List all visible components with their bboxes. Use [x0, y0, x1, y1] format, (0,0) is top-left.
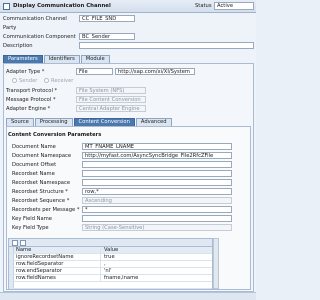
document-offset-label: Document Offset: [12, 162, 57, 168]
recordset-sequence-field[interactable]: Ascending: [82, 197, 232, 204]
message-protocol-field[interactable]: File Content Conversion: [76, 96, 146, 103]
component-label: Communication Component: [3, 34, 76, 40]
tab-identifiers[interactable]: Identifiers: [43, 55, 80, 63]
channel-field[interactable]: CC_FILE_SND: [79, 15, 135, 22]
table-toolbar: [9, 239, 212, 247]
transport-field[interactable]: File System (NFS): [76, 87, 146, 94]
window-title: Display Communication Channel: [13, 3, 111, 9]
row-selector[interactable]: [9, 275, 14, 281]
status-field[interactable]: Active: [214, 2, 254, 10]
tab-advanced[interactable]: Advanced: [135, 118, 172, 126]
document-offset-field[interactable]: [82, 161, 232, 168]
tab-processing[interactable]: Processing: [34, 118, 73, 126]
title-bar: Display Communication Channel Status Act…: [0, 0, 256, 13]
recordset-structure-field[interactable]: row,*: [82, 188, 232, 195]
receiver-radio-icon: [44, 78, 49, 83]
document-name-label: Document Name: [12, 144, 56, 150]
transport-label: Transport Protocol *: [6, 88, 58, 94]
tab-source[interactable]: Source: [6, 118, 34, 126]
table-row[interactable]: row.fieldSeparator ,: [9, 261, 212, 268]
parameter-table: Name Value ignoreRecordsetName true row.…: [8, 238, 213, 290]
channel-label: Communication Channel: [3, 16, 67, 22]
recordset-namespace-field[interactable]: [82, 179, 232, 186]
table-row[interactable]: row.endSeparator 'nl': [9, 268, 212, 275]
sub-tabs: Source Processing Content Conversion Adv…: [6, 118, 173, 126]
recordset-namespace-label: Recordset Namespace: [12, 180, 71, 186]
row-value-cell[interactable]: ,: [104, 261, 106, 267]
recordset-name-field[interactable]: [82, 170, 232, 177]
adapter-type-field[interactable]: File: [76, 68, 113, 75]
main-tabs: Parameters Identifiers Module: [3, 55, 111, 63]
description-field[interactable]: [79, 42, 254, 49]
recordsets-per-message-label: Recordsets per Message *: [12, 207, 80, 213]
table-row[interactable]: [9, 282, 212, 289]
col-name-header: Name: [16, 247, 101, 253]
recordset-sequence-label: Recordset Sequence *: [12, 198, 70, 204]
row-selector[interactable]: [9, 261, 14, 267]
recordset-structure-label: Recordset Structure *: [12, 189, 68, 195]
message-protocol-label: Message Protocol *: [6, 97, 56, 103]
key-field-name-field[interactable]: [82, 215, 232, 222]
delete-row-icon[interactable]: [20, 240, 26, 246]
document-namespace-field[interactable]: http://myfast.com/AsyncSyncBridge_File2R…: [82, 152, 232, 159]
document-name-field[interactable]: MT_FNAME_LNAME: [82, 143, 232, 150]
adapter-engine-field[interactable]: Central Adapter Engine: [76, 105, 146, 112]
row-value-cell[interactable]: 'nl': [104, 268, 112, 274]
key-field-type-field[interactable]: String (Case-Sensitive): [82, 224, 232, 231]
sender-radio-icon: [12, 78, 17, 83]
row-value-cell[interactable]: true: [104, 254, 115, 260]
adapter-type-label: Adapter Type *: [6, 69, 45, 75]
description-label: Description: [3, 43, 33, 49]
party-label: Party: [3, 25, 17, 31]
row-value-cell[interactable]: fname,lname: [104, 275, 138, 281]
key-field-type-label: Key Field Type: [12, 225, 49, 231]
section-title: Content Conversion Parameters: [8, 132, 102, 138]
status-label: Status: [195, 3, 212, 9]
tab-parameters[interactable]: Parameters: [3, 55, 43, 63]
table-row[interactable]: row.fieldNames fname,lname: [9, 275, 212, 282]
receiver-radio[interactable]: Receiver: [44, 78, 73, 84]
tab-module[interactable]: Module: [80, 55, 110, 63]
row-name-cell[interactable]: row.endSeparator: [16, 268, 101, 274]
adapter-namespace-field[interactable]: http://sap.com/xi/XI/System: [115, 68, 195, 75]
channel-window: Display Communication Channel Status Act…: [0, 0, 256, 300]
component-field[interactable]: BC_Sender: [79, 33, 135, 40]
bottom-bar: [0, 292, 256, 300]
adapter-engine-label: Adapter Engine *: [6, 106, 51, 112]
row-name-cell[interactable]: ignoreRecordsetName: [16, 254, 101, 260]
row-selector[interactable]: [9, 282, 14, 288]
recordsets-per-message-field[interactable]: *: [82, 206, 232, 213]
insert-row-icon[interactable]: [12, 240, 18, 246]
select-all-cell[interactable]: [9, 247, 14, 253]
channel-icon: [3, 3, 10, 10]
table-scrollbar[interactable]: [213, 238, 219, 289]
receiver-radio-label: Receiver: [51, 78, 74, 84]
col-value-header: Value: [104, 247, 119, 253]
table-row[interactable]: ignoreRecordsetName true: [9, 254, 212, 261]
row-selector[interactable]: [9, 254, 14, 260]
table-header: Name Value: [9, 247, 212, 254]
sender-radio[interactable]: Sender: [12, 78, 37, 84]
row-name-cell[interactable]: row.fieldNames: [16, 275, 101, 281]
sender-radio-label: Sender: [19, 78, 38, 84]
key-field-name-label: Key Field Name: [12, 216, 52, 222]
document-namespace-label: Document Namespace: [12, 153, 72, 159]
tab-content-conversion[interactable]: Content Conversion: [73, 118, 135, 126]
row-selector[interactable]: [9, 268, 14, 274]
recordset-name-label: Recordset Name: [12, 171, 55, 177]
row-name-cell[interactable]: row.fieldSeparator: [16, 261, 101, 267]
